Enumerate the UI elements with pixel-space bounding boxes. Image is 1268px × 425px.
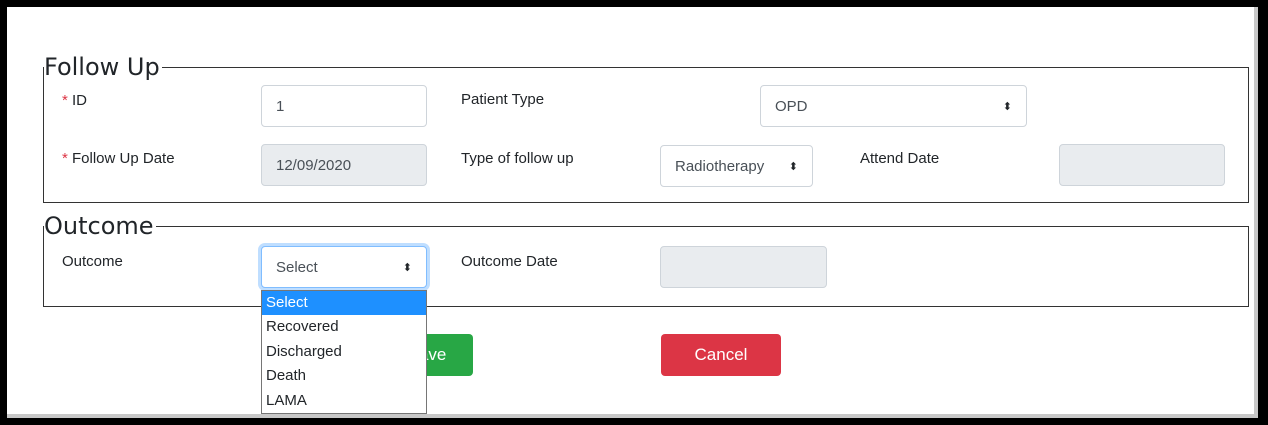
outcome-option[interactable]: Discharged (262, 340, 426, 364)
follow-up-date-label: * Follow Up Date (62, 150, 175, 167)
outcome-option[interactable]: Death (262, 364, 426, 388)
outcome-label: Outcome (62, 253, 123, 270)
outcome-option[interactable]: Select (262, 291, 426, 316)
outcome-fieldset: Outcome (43, 214, 1249, 307)
type-of-follow-up-select[interactable]: Radiotherapy ⬍ (660, 145, 813, 187)
cancel-button[interactable]: Cancel (661, 334, 781, 376)
form-panel: Follow Up * ID 1 Patient Type OPD ⬍ * Fo… (7, 7, 1258, 418)
attend-date-label: Attend Date (860, 150, 940, 167)
type-of-follow-up-label: Type of follow up (461, 150, 574, 167)
outcome-select[interactable]: Select ⬍ (261, 246, 427, 288)
outcome-option[interactable]: LAMA (262, 389, 426, 413)
follow-up-legend: Follow Up (44, 53, 160, 81)
required-mark: * (62, 150, 68, 167)
outcome-date-label: Outcome Date (461, 253, 558, 270)
patient-type-select[interactable]: OPD ⬍ (760, 85, 1027, 127)
updown-caret-icon: ⬍ (1002, 100, 1012, 113)
outcome-date-input[interactable] (660, 246, 827, 288)
attend-date-input[interactable] (1059, 144, 1225, 186)
updown-caret-icon: ⬍ (788, 160, 798, 173)
outcome-option[interactable]: Recovered (262, 315, 426, 339)
outcome-dropdown-list: Select Recovered Discharged Death LAMA (261, 290, 427, 414)
patient-type-label: Patient Type (461, 91, 545, 108)
outcome-legend: Outcome (44, 212, 154, 240)
follow-up-date-input[interactable]: 12/09/2020 (261, 144, 427, 186)
updown-caret-icon: ⬍ (402, 261, 412, 274)
required-mark: * (62, 92, 68, 109)
id-label: * ID (62, 92, 88, 109)
id-input[interactable]: 1 (261, 85, 427, 127)
